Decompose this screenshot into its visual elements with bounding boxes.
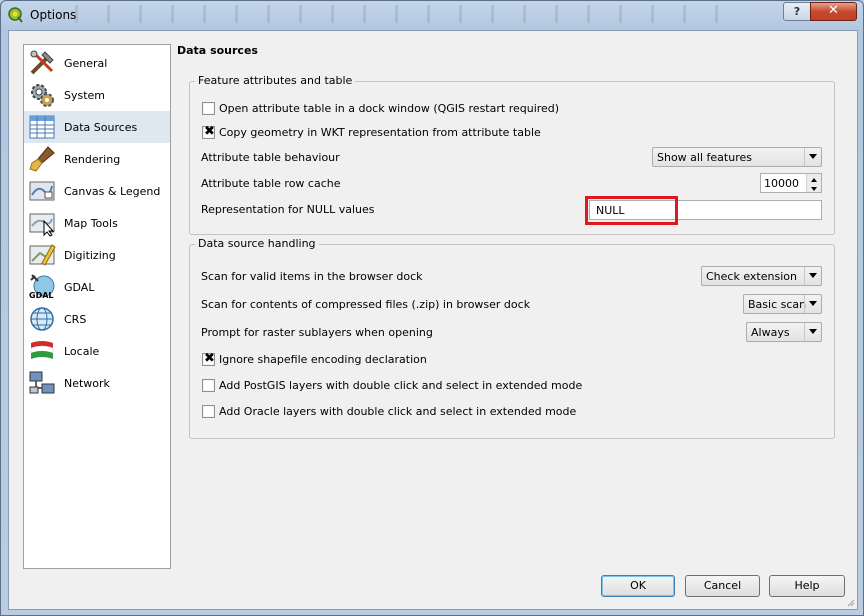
sidebar-item-system[interactable]: System [24, 79, 170, 111]
help-title-button[interactable]: ? [783, 2, 811, 21]
postgis-double-click-label: Add PostGIS layers with double click and… [219, 379, 583, 392]
sidebar-item-locale[interactable]: Locale [24, 335, 170, 367]
ok-button[interactable]: OK [601, 575, 675, 597]
background-toolbar [61, 5, 721, 23]
group-title: Data source handling [195, 237, 319, 250]
sidebar-item-canvas-legend[interactable]: Canvas & Legend [24, 175, 170, 207]
spin-value: 10000 [764, 177, 799, 190]
highlight-box [585, 196, 678, 225]
sidebar-item-digitizing[interactable]: Digitizing [24, 239, 170, 271]
sidebar-item-rendering[interactable]: Rendering [24, 143, 170, 175]
ignore-shapefile-encoding-label: Ignore shapefile encoding declaration [219, 353, 427, 366]
dropdown-arrow-icon [804, 323, 821, 341]
combo-value: Basic scan [748, 298, 807, 311]
digitizing-icon [29, 244, 56, 266]
combo-value: Always [751, 326, 790, 339]
dropdown-arrow-icon [804, 267, 821, 285]
close-button[interactable]: ✕ [810, 2, 857, 21]
dropdown-arrow-icon [804, 295, 821, 313]
ignore-shapefile-encoding-checkbox[interactable]: ✖ [202, 351, 215, 366]
gears-icon [31, 84, 54, 107]
gdal-icon: GDAL [29, 274, 55, 300]
sidebar-item-label: Network [64, 377, 110, 390]
sidebar-item-label: General [64, 57, 108, 70]
raster-sublayers-label: Prompt for raster sublayers when opening [201, 326, 433, 339]
scan-zip-combo[interactable]: Basic scan [743, 294, 822, 314]
sidebar-item-network[interactable]: Network [24, 367, 170, 399]
sidebar-item-label: Canvas & Legend [64, 185, 161, 198]
oracle-double-click-checkbox[interactable] [202, 405, 215, 418]
dropdown-arrow-icon [804, 148, 821, 166]
sidebar-item-label: Map Tools [64, 217, 118, 230]
open-dock-checkbox[interactable] [202, 102, 215, 115]
check-mark-icon: ✖ [204, 124, 215, 139]
network-icon [29, 371, 55, 394]
scan-items-label: Scan for valid items in the browser dock [201, 270, 423, 283]
qgis-app-icon [8, 7, 23, 23]
resize-grip-icon[interactable] [845, 597, 855, 607]
sidebar-item-label: Rendering [64, 153, 121, 166]
combo-value: Show all features [657, 151, 752, 164]
tools-icon [30, 50, 54, 75]
help-button[interactable]: Help [769, 575, 845, 597]
null-representation-label: Representation for NULL values [201, 203, 375, 216]
sidebar-item-gdal[interactable]: GDAL GDAL [24, 271, 170, 303]
dialog-client-area: General System Data Sources Rendering Ca… [8, 30, 858, 610]
flag-icon [30, 341, 54, 359]
row-cache-label: Attribute table row cache [201, 177, 341, 190]
paintbrush-icon [29, 146, 55, 172]
page-title: Data sources [177, 44, 258, 57]
oracle-double-click-label: Add Oracle layers with double click and … [219, 405, 577, 418]
combo-value: Check extension [706, 270, 797, 283]
cancel-button[interactable]: Cancel [685, 575, 760, 597]
sidebar-item-map-tools[interactable]: Map Tools [24, 207, 170, 239]
behaviour-label: Attribute table behaviour [201, 151, 340, 164]
sidebar-item-general[interactable]: General [24, 47, 170, 79]
globe-icon [30, 307, 54, 331]
sidebar-item-label: Data Sources [64, 121, 138, 134]
spin-down-icon[interactable] [807, 183, 821, 192]
copy-wkt-checkbox[interactable]: ✖ [202, 124, 215, 139]
scan-items-combo[interactable]: Check extension [701, 266, 822, 286]
scan-zip-label: Scan for contents of compressed files (.… [201, 298, 531, 311]
open-dock-label: Open attribute table in a dock window (Q… [219, 102, 560, 115]
map-tools-icon [29, 213, 55, 237]
postgis-double-click-checkbox[interactable] [202, 379, 215, 392]
map-canvas-icon [29, 181, 55, 201]
options-window: Options ? ✕ General System Data Sources … [0, 0, 864, 616]
sidebar-item-crs[interactable]: CRS [24, 303, 170, 335]
sidebar-item-label: Locale [64, 345, 100, 358]
sidebar-item-data-sources[interactable]: Data Sources [24, 111, 170, 143]
check-mark-icon: ✖ [204, 351, 215, 366]
svg-text:GDAL: GDAL [29, 291, 54, 300]
sidebar-item-label: GDAL [64, 281, 95, 294]
copy-wkt-label: Copy geometry in WKT representation from… [219, 126, 541, 139]
behaviour-combo[interactable]: Show all features [652, 147, 822, 167]
sidebar-item-label: CRS [64, 313, 87, 326]
table-icon [29, 115, 55, 139]
row-cache-spinbox[interactable]: 10000 [760, 173, 822, 193]
raster-sublayers-combo[interactable]: Always [746, 322, 822, 342]
sidebar-item-label: Digitizing [64, 249, 116, 262]
title-bar[interactable]: Options ? ✕ [1, 1, 863, 29]
group-title: Feature attributes and table [195, 74, 356, 87]
sidebar-item-label: System [64, 89, 106, 102]
options-sidebar: General System Data Sources Rendering Ca… [23, 44, 171, 569]
